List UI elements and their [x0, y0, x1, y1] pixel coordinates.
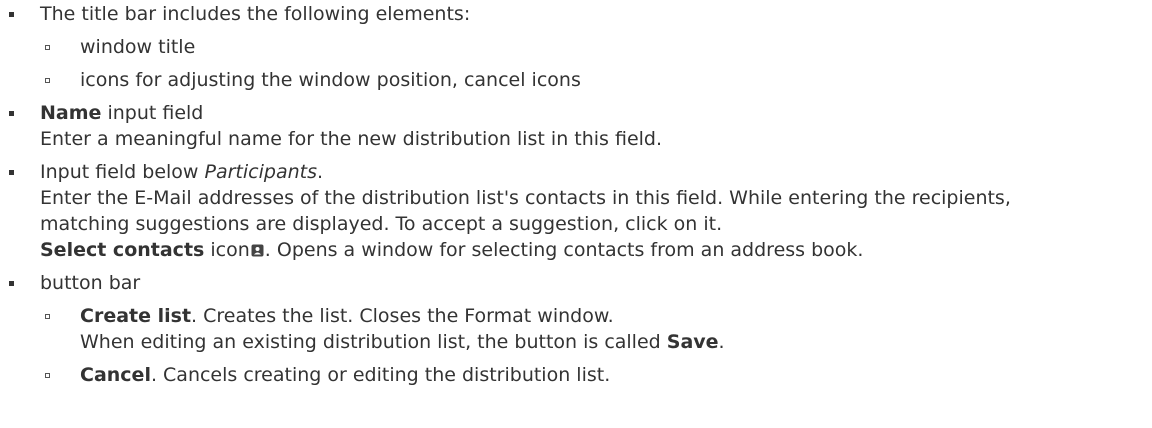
documentation-page: The title bar includes the following ele…	[0, 0, 1152, 388]
create-list-save-line: When editing an existing distribution li…	[80, 329, 1152, 355]
button-bar-sublist: Create list. Creates the list. Closes th…	[0, 303, 1152, 388]
select-contacts-line: Select contacts icon . Opens a window for…	[40, 237, 1152, 263]
participants-line: Input field below Participants.	[40, 159, 1152, 185]
cancel-line: Cancel. Cancels creating or editing the …	[80, 362, 1152, 388]
list-item-button-bar: button bar Create list. Creates the list…	[0, 270, 1152, 388]
sublist-item-window-title: window title	[0, 34, 1152, 60]
element-list: The title bar includes the following ele…	[0, 1, 1152, 388]
create-list-label: Create list	[80, 305, 192, 327]
save-post: .	[718, 331, 725, 353]
name-field-rest: input field	[101, 102, 204, 124]
sublist-item-cancel: Cancel. Cancels creating or editing the …	[0, 362, 1152, 388]
create-list-line: Create list. Creates the list. Closes th…	[80, 303, 1152, 329]
participants-post: .	[316, 161, 324, 183]
save-pre: When editing an existing distribution li…	[80, 331, 667, 353]
address-book-icon	[251, 238, 264, 257]
create-list-rest: . Creates the list. Closes the Format wi…	[191, 305, 614, 327]
title-bar-text: The title bar includes the following ele…	[40, 3, 471, 25]
sublist-item-create-list: Create list. Creates the list. Closes th…	[0, 303, 1152, 355]
window-icons-text: icons for adjusting the window position,…	[80, 69, 581, 91]
list-item-title-bar: The title bar includes the following ele…	[0, 1, 1152, 93]
window-title-text: window title	[80, 36, 196, 58]
name-label: Name	[40, 102, 102, 124]
sublist-item-window-icons: icons for adjusting the window position,…	[0, 67, 1152, 93]
participants-pre: Input field below	[40, 161, 205, 183]
list-item-participants: Input field below Participants. Enter th…	[0, 159, 1152, 263]
cancel-label: Cancel	[80, 364, 151, 386]
name-field-line: Name input field	[40, 100, 1152, 126]
list-item-name-field: Name input field Enter a meaningful name…	[0, 100, 1152, 152]
button-bar-text: button bar	[40, 272, 141, 294]
participants-description-1: Enter the E-Mail addresses of the distri…	[40, 187, 1011, 209]
participants-description-2: matching suggestions are displayed. To a…	[40, 213, 723, 235]
select-contacts-rest: . Opens a window for selecting contacts …	[264, 239, 864, 261]
title-bar-sublist: window title icons for adjusting the win…	[0, 34, 1152, 93]
name-field-description: Enter a meaningful name for the new dist…	[40, 128, 663, 150]
participants-label: Participants	[204, 161, 317, 183]
cancel-rest: . Cancels creating or editing the distri…	[150, 364, 611, 386]
save-label: Save	[666, 331, 719, 353]
select-contacts-mid: icon	[204, 239, 250, 261]
select-contacts-label: Select contacts	[40, 239, 205, 261]
